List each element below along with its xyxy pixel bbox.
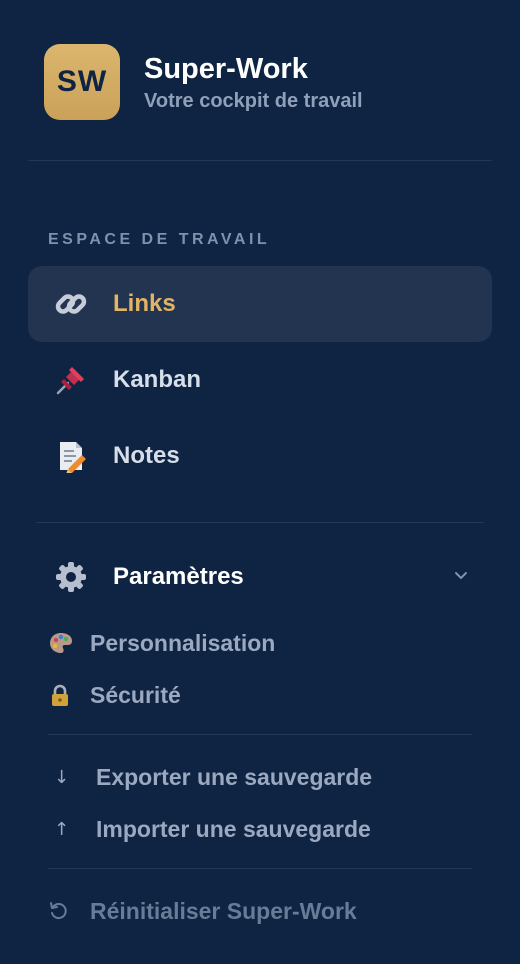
pushpin-icon [54,363,88,397]
sidebar-item-kanban[interactable]: Kanban [28,342,492,418]
reset-icon [48,899,78,923]
sidebar-item-notes[interactable]: Notes [28,418,492,494]
sidebar-item-label: Kanban [113,366,202,393]
settings-divider [48,734,472,735]
memo-icon [54,439,88,473]
settings-toggle[interactable]: Paramètres [28,540,492,614]
backup-divider [48,868,472,869]
reset-button[interactable]: Réinitialiser Super-Work [48,891,357,931]
chevron-down-icon[interactable] [454,568,468,586]
brand-header: SW Super-Work Votre cockpit de travail [44,44,363,120]
header-divider [28,160,492,161]
import-backup-button[interactable]: ↑ Importer une sauvegarde [48,809,371,849]
brand-logo-text: SW [56,65,108,98]
settings-item-personnalisation[interactable]: Personnalisation [48,623,275,663]
app-title: Super-Work [144,52,308,85]
settings-label: Paramètres [113,563,244,590]
section-label: ESPACE DE TRAVAIL [48,231,271,248]
link-icon [54,287,88,321]
app-subtitle: Votre cockpit de travail [144,89,363,112]
sidebar-item-label: Notes [113,442,180,469]
arrow-up-icon: ↑ [54,818,70,840]
sidebar-item-links[interactable]: Links [28,266,492,342]
sidebar-item-label: Links [113,290,176,317]
lock-icon [48,683,78,707]
reset-label: Réinitialiser Super-Work [90,897,357,924]
brand-logo[interactable]: SW [44,44,120,120]
palette-icon [48,631,78,655]
nav-divider [36,522,484,523]
export-backup-button[interactable]: ↓ Exporter une sauvegarde [48,757,372,797]
settings-item-label: Personnalisation [90,629,276,656]
brand-text: Super-Work Votre cockpit de travail [144,52,363,113]
settings-item-securite[interactable]: Sécurité [48,675,181,715]
arrow-down-icon: ↓ [54,766,70,788]
import-backup-label: Importer une sauvegarde [96,815,371,842]
export-backup-label: Exporter une sauvegarde [96,763,373,790]
settings-item-label: Sécurité [90,681,181,708]
gear-icon [54,560,88,594]
